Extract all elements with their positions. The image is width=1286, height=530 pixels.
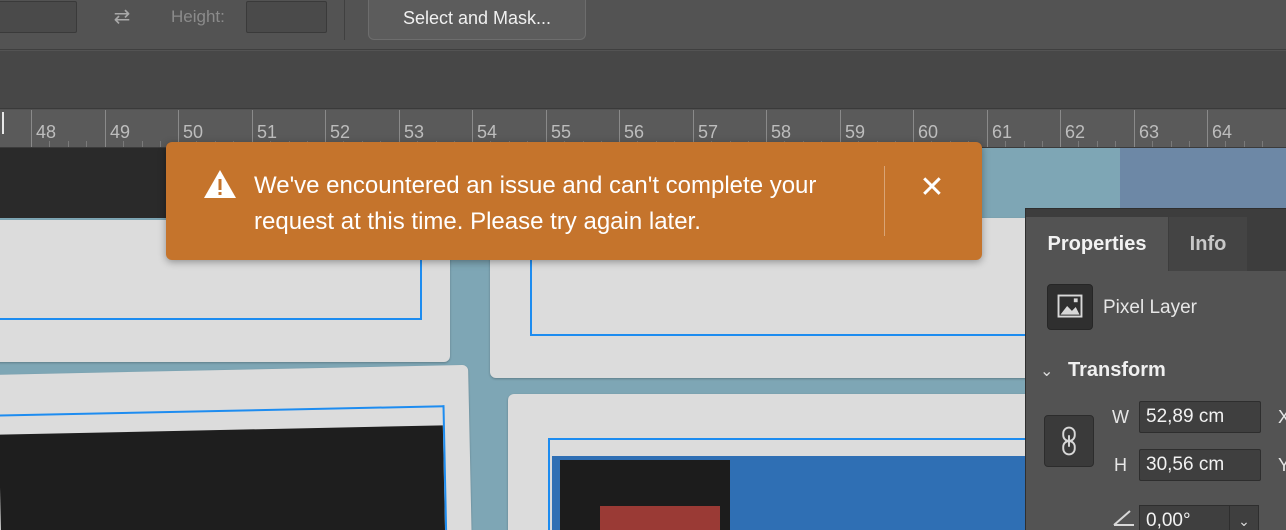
angle-field[interactable]: 0,00° bbox=[1139, 505, 1235, 530]
ruler-label: 48 bbox=[36, 122, 57, 142]
ruler-label: 60 bbox=[918, 122, 939, 142]
close-icon[interactable]: ✕ bbox=[914, 170, 950, 206]
ruler-minor-tick bbox=[1225, 141, 1226, 147]
ruler-major-tick bbox=[31, 110, 32, 147]
height-label: H bbox=[1114, 455, 1127, 475]
ruler-minor-tick bbox=[49, 141, 50, 147]
ruler-minor-tick bbox=[1171, 141, 1172, 147]
ruler-major-tick bbox=[105, 110, 106, 147]
pixel-layer-icon bbox=[1047, 284, 1093, 330]
ruler-minor-tick bbox=[1042, 141, 1043, 147]
link-proportions-button[interactable] bbox=[1044, 415, 1094, 467]
ruler-minor-tick bbox=[86, 141, 87, 147]
ruler-label: 50 bbox=[183, 122, 204, 142]
height-field[interactable] bbox=[246, 1, 327, 33]
ruler-label: 61 bbox=[992, 122, 1013, 142]
ruler-label: 52 bbox=[330, 122, 351, 142]
ruler-label: 51 bbox=[257, 122, 278, 142]
ruler-minor-tick bbox=[123, 141, 124, 147]
height-field[interactable]: 30,56 cm bbox=[1139, 449, 1261, 481]
ruler-major-tick bbox=[1060, 110, 1061, 147]
ruler-minor-tick bbox=[142, 141, 143, 147]
width-field[interactable] bbox=[0, 1, 77, 33]
ruler-major-tick bbox=[1134, 110, 1135, 147]
document-tab-strip bbox=[0, 51, 1286, 109]
ruler-label: 63 bbox=[1139, 122, 1160, 142]
ruler-minor-tick bbox=[1244, 141, 1245, 147]
selection-outline bbox=[548, 438, 1048, 530]
error-toast: We've encountered an issue and can't com… bbox=[166, 142, 982, 260]
ruler-label: 53 bbox=[404, 122, 425, 142]
ruler-minor-tick bbox=[1005, 141, 1006, 147]
ruler-label: 55 bbox=[551, 122, 572, 142]
ruler-label: 62 bbox=[1065, 122, 1086, 142]
ruler-label: 56 bbox=[624, 122, 645, 142]
ruler-label: 54 bbox=[477, 122, 498, 142]
height-label: Height: bbox=[171, 7, 225, 26]
angle-icon bbox=[1113, 510, 1134, 526]
ruler-minor-tick bbox=[68, 141, 69, 147]
ruler-label: 57 bbox=[698, 122, 719, 142]
ruler-label: 58 bbox=[771, 122, 792, 142]
ruler-label: 59 bbox=[845, 122, 866, 142]
ruler-cursor-marker bbox=[2, 112, 4, 134]
ruler-minor-tick bbox=[1152, 141, 1153, 147]
link-icon bbox=[1062, 426, 1076, 456]
x-label: X bbox=[1278, 407, 1286, 427]
ruler-minor-tick bbox=[1078, 141, 1079, 147]
ruler-minor-tick bbox=[1024, 141, 1025, 147]
width-label: W bbox=[1112, 407, 1129, 427]
ruler-minor-tick bbox=[1189, 141, 1190, 147]
chevron-down-icon[interactable]: ⌄ bbox=[1040, 361, 1053, 381]
layer-type-label: Pixel Layer bbox=[1103, 297, 1197, 318]
ruler-minor-tick bbox=[1097, 141, 1098, 147]
chevron-down-icon[interactable]: ⌄ bbox=[1229, 505, 1259, 530]
toast-divider bbox=[884, 166, 885, 236]
properties-panel: Properties Info Pixel Layer ⌄ Transform … bbox=[1025, 208, 1286, 530]
selection-outline bbox=[0, 405, 448, 530]
select-and-mask-button[interactable]: Select and Mask... bbox=[368, 0, 586, 40]
photo-corner bbox=[1120, 148, 1286, 210]
ruler-minor-tick bbox=[1115, 141, 1116, 147]
ruler-major-tick bbox=[1207, 110, 1208, 147]
width-field[interactable]: 52,89 cm bbox=[1139, 401, 1261, 433]
options-divider bbox=[344, 0, 345, 40]
ruler-minor-tick bbox=[160, 141, 161, 147]
ruler-label: 49 bbox=[110, 122, 131, 142]
ruler-major-tick bbox=[987, 110, 988, 147]
ruler-label: 64 bbox=[1212, 122, 1233, 142]
y-label: Y bbox=[1278, 455, 1286, 475]
options-bar: ⇄ Height: Select and Mask... bbox=[0, 0, 1286, 50]
swap-arrows-icon[interactable]: ⇄ bbox=[106, 4, 138, 30]
panel-tabs: Properties Info bbox=[1026, 209, 1286, 271]
tab-info[interactable]: Info bbox=[1169, 217, 1247, 271]
ruler-minor-tick bbox=[1262, 141, 1263, 147]
toast-message: We've encountered an issue and can't com… bbox=[254, 172, 817, 235]
warning-icon bbox=[204, 170, 236, 198]
tab-properties[interactable]: Properties bbox=[1026, 217, 1168, 271]
transform-section-title[interactable]: Transform bbox=[1068, 359, 1166, 382]
